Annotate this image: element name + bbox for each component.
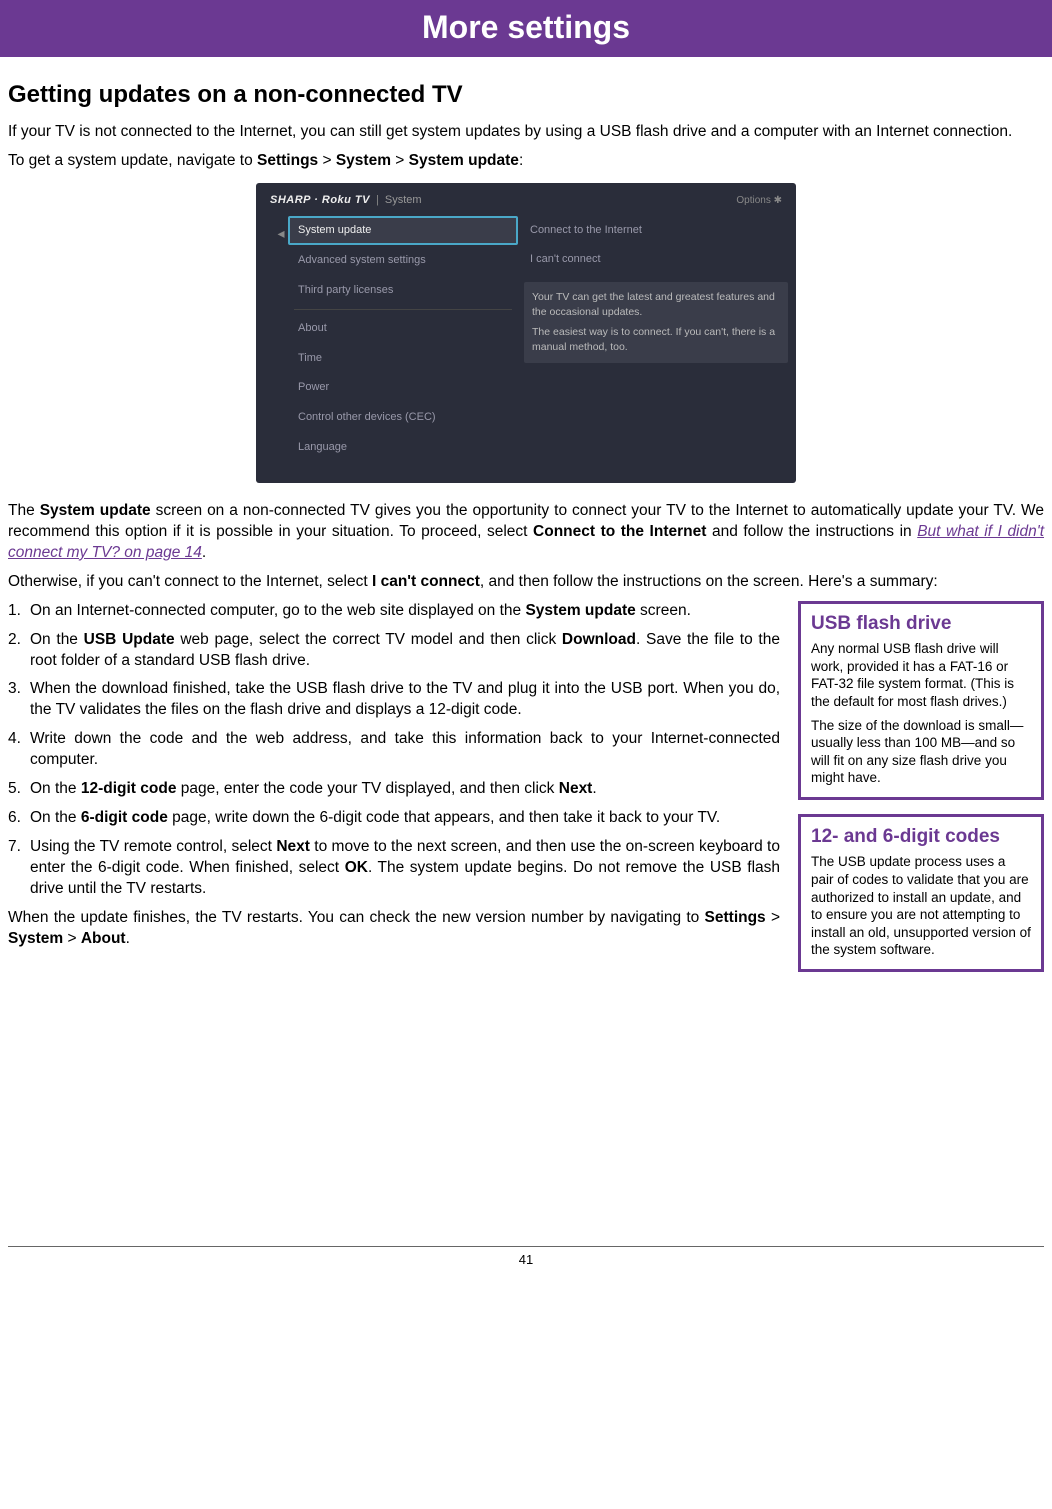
- callout-title: USB flash drive: [811, 612, 1031, 637]
- tv-menu-item: Control other devices (CEC): [288, 403, 518, 432]
- tv-right-item: I can't connect: [524, 245, 788, 274]
- callout-usb-flash-drive: USB flash drive Any normal USB flash dri…: [798, 601, 1044, 800]
- step-item: On an Internet-connected computer, go to…: [8, 601, 780, 622]
- tv-menu-item: Power: [288, 373, 518, 402]
- tv-separator: |: [376, 193, 379, 208]
- tv-menu-left: System update Advanced system settings T…: [288, 216, 518, 463]
- steps-list: On an Internet-connected computer, go to…: [8, 601, 780, 900]
- intro-paragraph-2: To get a system update, navigate to Sett…: [8, 151, 1044, 172]
- body-paragraph: The System update screen on a non-connec…: [8, 501, 1044, 564]
- callout-text: Any normal USB flash drive will work, pr…: [811, 640, 1031, 710]
- tv-menu-item: Time: [288, 344, 518, 373]
- tv-menu-item: About: [288, 314, 518, 343]
- tv-breadcrumb: System: [385, 193, 422, 208]
- tv-menu-item: Third party licenses: [288, 276, 518, 305]
- body-paragraph: Otherwise, if you can't connect to the I…: [8, 572, 1044, 593]
- page-footer: 41: [8, 1246, 1044, 1269]
- tv-info-box: Your TV can get the latest and greatest …: [524, 282, 788, 363]
- tv-logo: SHARP · Roku TV: [270, 193, 370, 208]
- step-item: On the USB Update web page, select the c…: [8, 630, 780, 672]
- tv-menu-right: Connect to the Internet I can't connect …: [518, 216, 788, 463]
- tv-menu-item: Language: [288, 433, 518, 462]
- callout-text: The USB update process uses a pair of co…: [811, 853, 1031, 958]
- step-item: On the 6-digit code page, write down the…: [8, 808, 780, 829]
- callout-title: 12- and 6-digit codes: [811, 825, 1031, 850]
- step-item: Write down the code and the web address,…: [8, 729, 780, 771]
- callout-text: The size of the download is small—usuall…: [811, 717, 1031, 787]
- tv-right-item: Connect to the Internet: [524, 216, 788, 245]
- tv-screenshot: SHARP · Roku TV | System Options ✱ ◂ Sys…: [8, 183, 1044, 483]
- step-item: Using the TV remote control, select Next…: [8, 837, 780, 900]
- closing-paragraph: When the update finishes, the TV restart…: [8, 908, 780, 950]
- tv-menu-item-selected: System update: [288, 216, 518, 245]
- tv-options-label: Options ✱: [736, 194, 782, 208]
- page-banner: More settings: [0, 0, 1052, 57]
- callout-digit-codes: 12- and 6-digit codes The USB update pro…: [798, 814, 1044, 972]
- chevron-left-icon: ◂: [274, 216, 288, 463]
- section-title: Getting updates on a non-connected TV: [8, 79, 1044, 111]
- step-item: On the 12-digit code page, enter the cod…: [8, 779, 780, 800]
- intro-paragraph-1: If your TV is not connected to the Inter…: [8, 122, 1044, 143]
- tv-menu-item: Advanced system settings: [288, 246, 518, 275]
- page-number: 41: [519, 1252, 533, 1267]
- step-item: When the download finished, take the USB…: [8, 679, 780, 721]
